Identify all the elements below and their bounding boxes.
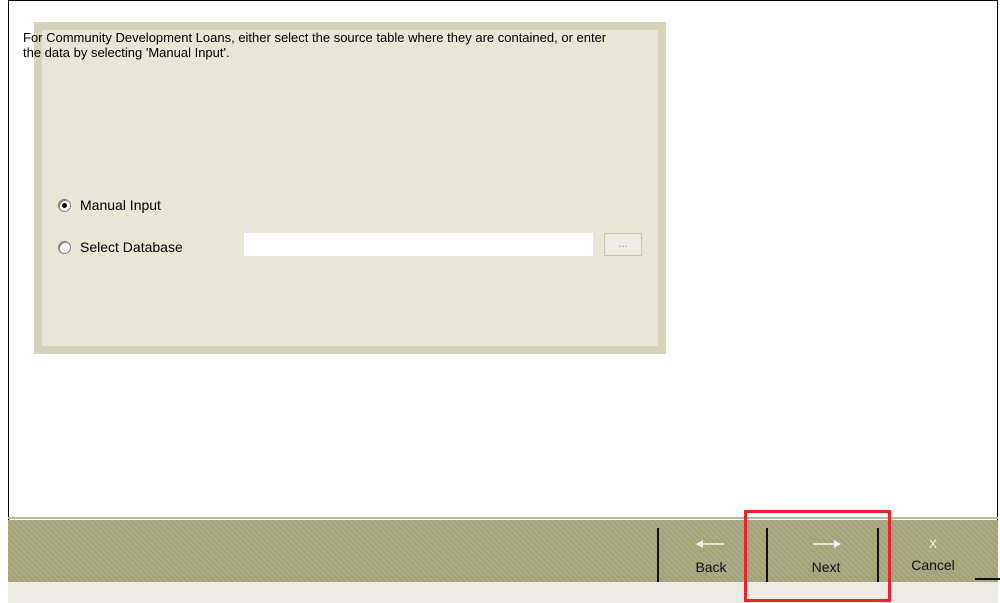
select-database-label: Select Database	[80, 239, 183, 255]
cancel-label: Cancel	[911, 557, 955, 573]
manual-input-option[interactable]: Manual Input	[58, 197, 161, 213]
select-database-radio[interactable]	[58, 240, 71, 254]
manual-input-label: Manual Input	[80, 197, 161, 213]
browse-button[interactable]: ...	[604, 233, 642, 256]
toolbar-separator	[657, 528, 659, 582]
manual-input-radio[interactable]	[58, 198, 71, 212]
arrow-left-icon	[696, 534, 726, 554]
next-button-highlight	[744, 510, 891, 602]
cancel-button[interactable]: X Cancel	[893, 534, 973, 580]
toolbar-edge	[975, 578, 1000, 580]
options-panel	[34, 22, 666, 354]
options-panel-body	[42, 30, 658, 346]
instructions-text: For Community Development Loans, either …	[23, 30, 607, 60]
close-icon: X	[928, 537, 937, 551]
back-label: Back	[695, 559, 727, 575]
select-database-option[interactable]: Select Database	[58, 239, 183, 255]
database-path-input[interactable]	[244, 233, 593, 256]
back-button[interactable]: Back	[671, 534, 751, 580]
